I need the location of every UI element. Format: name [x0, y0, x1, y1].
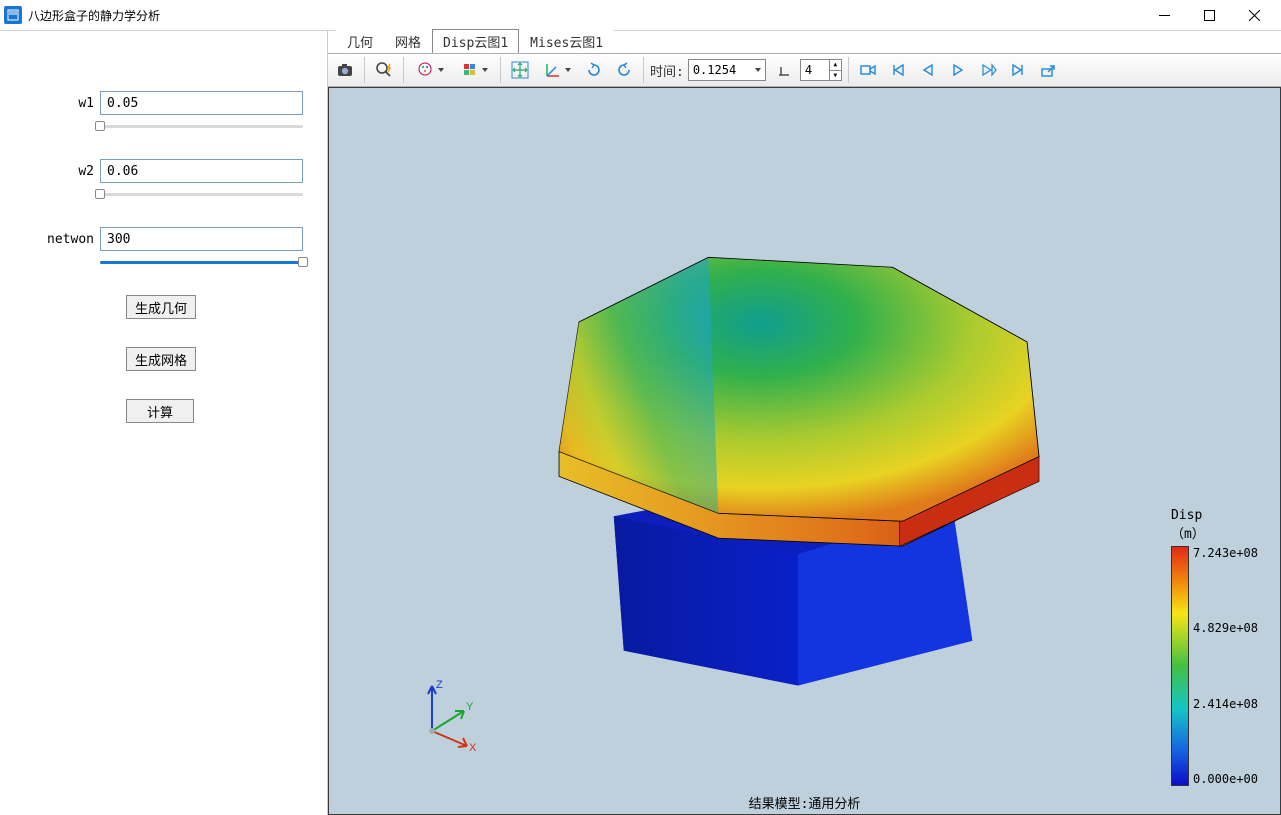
color-cube-icon	[461, 61, 479, 79]
rotate-cw-button[interactable]	[581, 57, 607, 83]
legend-colorbar	[1171, 546, 1189, 786]
param-w2-slider[interactable]	[100, 189, 303, 199]
status-bar: 结果模型:通用分析	[749, 793, 861, 812]
color-cube-dropdown[interactable]	[454, 57, 494, 83]
legend-title-2: （m）	[1171, 527, 1205, 542]
step-input[interactable]: 4 ▲▼	[800, 59, 842, 81]
tab-bar: 几何 网格 Disp云图1 Mises云图1	[328, 31, 1281, 53]
camera-icon	[336, 61, 354, 79]
title-bar: 八边形盒子的静力学分析	[0, 0, 1281, 30]
angle-bracket-icon	[774, 61, 792, 79]
time-label: 时间:	[650, 61, 684, 80]
tab-disp-contour[interactable]: Disp云图1	[432, 29, 519, 53]
video-cam-icon	[859, 61, 877, 79]
param-w1-input[interactable]	[100, 91, 303, 115]
legend-title-1: Disp	[1171, 508, 1202, 523]
palette-icon	[417, 61, 435, 79]
move-icon	[511, 61, 529, 79]
generate-geometry-button[interactable]: 生成几何	[126, 295, 196, 319]
svg-text:Z: Z	[436, 679, 443, 691]
toolbar: 时间: 0.1254 4 ▲▼	[328, 53, 1281, 87]
next-icon	[979, 61, 997, 79]
legend-tick: 4.829e+08	[1193, 621, 1258, 635]
maximize-button[interactable]	[1187, 0, 1232, 30]
rotate-ccw-button[interactable]	[611, 57, 637, 83]
axes-icon	[544, 61, 562, 79]
legend-tick: 7.243e+08	[1193, 546, 1258, 560]
anim-record-button[interactable]	[855, 57, 881, 83]
side-panel: w1 w2 netwon 生成几何 生成网格 计算	[0, 31, 328, 815]
param-label: netwon	[24, 232, 94, 247]
svg-text:Y: Y	[466, 701, 474, 713]
play-icon	[949, 61, 967, 79]
zoom-bolt-icon	[375, 61, 393, 79]
viewer-panel: 几何 网格 Disp云图1 Mises云图1	[328, 31, 1281, 815]
brush-dropdown[interactable]	[410, 57, 450, 83]
skip-first-icon	[889, 61, 907, 79]
param-row-newton: netwon	[24, 227, 303, 251]
param-label: w1	[24, 96, 94, 111]
anim-first-button[interactable]	[885, 57, 911, 83]
param-w2-input[interactable]	[100, 159, 303, 183]
anim-next-button[interactable]	[975, 57, 1001, 83]
app-icon	[4, 6, 22, 24]
anim-export-button[interactable]	[1035, 57, 1061, 83]
generate-mesh-button[interactable]: 生成网格	[126, 347, 196, 371]
rotate-ccw-icon	[615, 61, 633, 79]
close-button[interactable]	[1232, 0, 1277, 30]
skip-last-icon	[1009, 61, 1027, 79]
rotate-cw-icon	[585, 61, 603, 79]
legend-tick: 0.000e+00	[1193, 772, 1258, 786]
param-newton-input[interactable]	[100, 227, 303, 251]
param-w1-slider[interactable]	[100, 121, 303, 131]
param-label: w2	[24, 164, 94, 179]
color-legend: Disp （m） 7.243e+08 4.829e+08 2.414e+08 0…	[1171, 508, 1258, 786]
viewport[interactable]: Z Y X Disp （m） 7.243e+08	[328, 87, 1281, 815]
anim-prev-button[interactable]	[915, 57, 941, 83]
param-row-w1: w1	[24, 91, 303, 115]
compute-button[interactable]: 计算	[126, 399, 194, 423]
step-back-button[interactable]	[770, 57, 796, 83]
export-icon	[1039, 61, 1057, 79]
param-row-w2: w2	[24, 159, 303, 183]
axes-dropdown[interactable]	[537, 57, 577, 83]
zoom-fit-button[interactable]	[371, 57, 397, 83]
tab-mises-contour[interactable]: Mises云图1	[519, 29, 614, 53]
svg-text:X: X	[469, 742, 477, 754]
legend-tick: 2.414e+08	[1193, 697, 1258, 711]
anim-last-button[interactable]	[1005, 57, 1031, 83]
minimize-button[interactable]	[1142, 0, 1187, 30]
pan-fit-button[interactable]	[507, 57, 533, 83]
window-title: 八边形盒子的静力学分析	[28, 7, 160, 24]
prev-icon	[919, 61, 937, 79]
tab-geometry[interactable]: 几何	[336, 29, 384, 53]
axis-triad-icon: Z Y X	[412, 676, 482, 756]
anim-play-button[interactable]	[945, 57, 971, 83]
tab-mesh[interactable]: 网格	[384, 29, 432, 53]
time-dropdown[interactable]: 0.1254	[688, 59, 766, 81]
param-newton-slider[interactable]	[100, 257, 303, 267]
snapshot-button[interactable]	[332, 57, 358, 83]
